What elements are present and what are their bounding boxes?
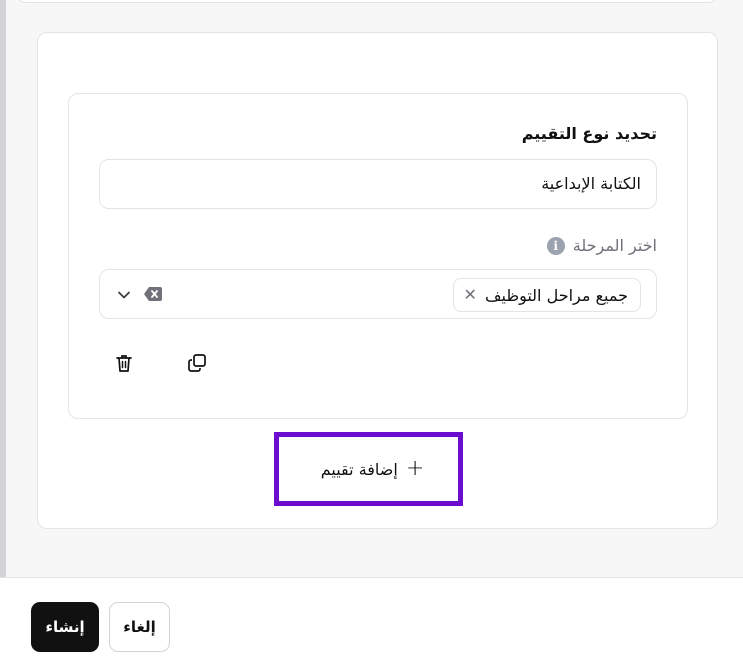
assessment-type-field[interactable]: الكتابة الإبداعية (99, 159, 657, 209)
plus-icon: + (405, 456, 425, 481)
stage-chip: جميع مراحل التوظيف ✕ (452, 278, 641, 312)
clear-all-icon[interactable] (144, 286, 162, 305)
previous-card (16, 0, 718, 3)
assessment-type-value: الكتابة الإبداعية (541, 174, 641, 193)
chevron-down-icon[interactable] (117, 287, 131, 306)
create-button[interactable]: إنشاء (31, 602, 99, 652)
assessment-type-label: تحديد نوع التقييم (521, 124, 657, 143)
stage-label: اختر المرحلة (572, 236, 657, 255)
trash-icon[interactable] (112, 351, 136, 375)
add-assessment-button[interactable]: + إضافة تقييم (274, 432, 463, 506)
stage-select[interactable]: جميع مراحل التوظيف ✕ (99, 269, 657, 319)
stage-label-row: اختر المرحلة i (546, 236, 657, 255)
copy-icon[interactable] (185, 351, 209, 375)
add-assessment-label: إضافة تقييم (320, 459, 398, 479)
info-icon[interactable]: i (546, 236, 565, 255)
stage-chip-label: جميع مراحل التوظيف (484, 285, 628, 305)
chip-remove-icon[interactable]: ✕ (464, 287, 477, 303)
cancel-button[interactable]: إلغاء (109, 602, 170, 652)
